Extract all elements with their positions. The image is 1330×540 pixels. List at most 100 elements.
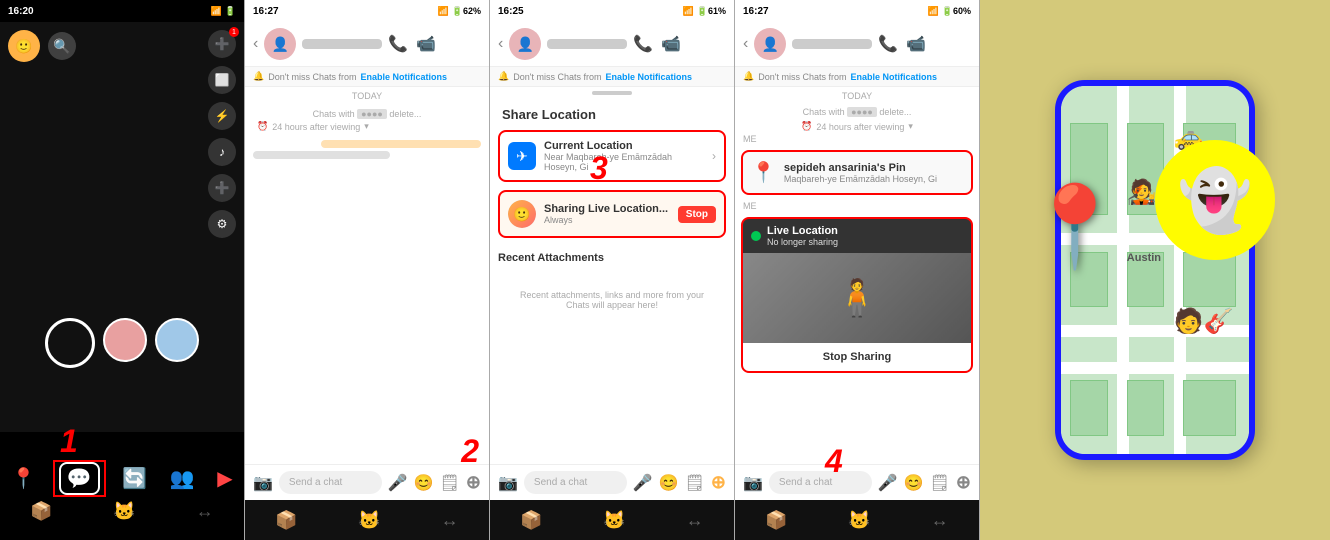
chat-input-3[interactable]: Send a chat [524,471,627,494]
map-icon: 📍 [11,466,36,491]
block-6 [1183,252,1236,307]
share-location-panel: Share Location ✈ Current Location Near M… [490,99,734,338]
chat-input-4[interactable]: Send a chat [769,471,872,494]
enable-notif-2[interactable]: Enable Notifications [360,72,447,82]
camera-icon-3[interactable]: 📷 [498,473,518,493]
recent-attachments-placeholder: Recent attachments, links and more from … [498,270,726,330]
sticker-icon-4[interactable]: 🗒 [930,473,950,493]
chats-with-4: Chats with ●●●● delete... [735,105,979,119]
nav-map[interactable]: 📍 [11,466,36,491]
chat-header-4: ‹ 👤 📞 📹 [735,22,979,67]
story-2[interactable] [155,318,199,362]
current-loc-sub: Near Maqbareh-ye Emāmzādah Hoseyn, Gi [544,152,704,172]
sub-icon-2: 🐱 [113,501,135,522]
plus-icon[interactable]: ➕ [208,174,236,202]
nav-friends[interactable]: 👥 [170,466,195,491]
enable-notif-4[interactable]: Enable Notifications [850,72,937,82]
pin-title: sepideh ansarinia's Pin [784,162,937,174]
screen-4: 16:27 📶 🔋60% ‹ 👤 📞 📹 🔔 Don't miss Chats … [735,0,980,540]
video-icon-4[interactable]: 📹 [906,34,926,54]
msg-2 [253,151,390,159]
msg-1 [321,140,481,148]
live-loc-header: Live Location No longer sharing [743,219,971,253]
nav-capture[interactable]: 🔄 [122,466,147,491]
current-location-option[interactable]: ✈ Current Location Near Maqbareh-ye Emām… [498,130,726,182]
back-button-3[interactable]: ‹ [498,35,503,53]
nav-chat[interactable]: 💬 [59,462,100,495]
back-button-4[interactable]: ‹ [743,35,748,53]
camera-icon-4[interactable]: 📷 [743,473,763,493]
clock-icon-4: ⏰ [801,121,812,132]
emoji-icon-2[interactable]: 😊 [414,473,434,493]
live-loc-body: 🧍 [743,253,971,343]
mic-icon-2[interactable]: 🎤 [388,473,408,493]
video-icon-3[interactable]: 📹 [661,34,681,54]
friends-icon: 👥 [170,466,195,491]
screen-2: 16:27 📶 🔋62% ‹ 👤 📞 📹 🔔 Don't miss Chats … [245,0,490,540]
enable-notif-3[interactable]: Enable Notifications [605,72,692,82]
current-loc-title: Current Location [544,140,704,152]
me-label-1: ME [735,134,979,144]
video-icon-2[interactable]: 📹 [416,34,436,54]
signal-icon: 📶 [211,6,222,17]
scan-icon[interactable]: ⬜ [208,66,236,94]
mic-icon-3[interactable]: 🎤 [633,473,653,493]
snap-top-bar: 🙂 🔍 ➕ 1 ⬜ ⚡ ♪ ➕ ⚙ [0,22,244,246]
user-avatar[interactable]: 🙂 [8,30,40,62]
capture-button[interactable] [45,318,95,368]
notif-text-2: Don't miss Chats from [268,72,356,82]
flash-icon[interactable]: ⚡ [208,102,236,130]
chat-bottom-2: 📷 Send a chat 🎤 😊 🗒 ⊕ [245,464,489,500]
location-icon: ✈ [508,142,536,170]
bitmoji-map-3: 🧑‍🎸 [1174,307,1234,336]
music-icon[interactable]: ♪ [208,138,236,166]
chat-history-2: Chats with ●●●● delete... ⏰ 24 hours aft… [245,105,489,169]
contact-name-2 [302,39,382,49]
live-loc-sub: Always [544,215,670,225]
live-location-option[interactable]: 🙂 Sharing Live Location... Always Stop [498,190,726,238]
status-icons-3: 📶 🔋61% [683,6,726,17]
emoji-icon-4[interactable]: 😊 [904,473,924,493]
mic-icon-4[interactable]: 🎤 [878,473,898,493]
sticker-icon-2[interactable]: 🗒 [440,473,460,493]
live-loc-card-title: Live Location [767,225,838,237]
emoji-icon-3[interactable]: 😊 [659,473,679,493]
settings-icon[interactable]: ⚙ [208,210,236,238]
loc-text-current: Current Location Near Maqbareh-ye Emāmzā… [544,140,704,172]
phone-icon-4[interactable]: 📞 [878,34,898,54]
add-friends-icon[interactable]: ➕ 1 [208,30,236,58]
nav-stories[interactable]: ▶ [217,466,232,491]
battery-icon: 🔋 [225,6,236,17]
time-label-4[interactable]: 24 hours after viewing [816,122,904,132]
tutorial-content: Austin 🧑‍🎤 👩‍🦰 🧑‍🎸 🚕 👻 📍 [1055,80,1255,460]
footer-icon-4a: 📦 [765,510,787,531]
header-icons-3: 📞 📹 [633,34,681,54]
bottom-nav-1: 📍 💬 🔄 👥 ▶ 📦 🐱 ↔ [0,452,244,540]
story-1[interactable] [103,318,147,362]
sticker-icon-3[interactable]: 🗒 [685,473,705,493]
stop-sharing-button[interactable]: Stop Sharing [743,343,971,371]
search-button[interactable]: 🔍 [48,32,76,60]
footer-bar-2: 📦 🐱 ↔ [245,500,489,540]
contact-avatar-3: 👤 [509,28,541,60]
chat-input-2[interactable]: Send a chat [279,471,382,494]
live-loc-card-sub: No longer sharing [767,237,838,247]
notif-bar-4: 🔔 Don't miss Chats from Enable Notificat… [735,67,979,87]
screen-3: 16:25 📶 🔋61% ‹ 👤 📞 📹 🔔 Don't miss Chats … [490,0,735,540]
bitmoji-figure: 🧍 [835,277,880,319]
phone-icon-3[interactable]: 📞 [633,34,653,54]
camera-icon-2[interactable]: 📷 [253,473,273,493]
stop-button[interactable]: Stop [678,206,716,223]
time-row-2: ⏰ 24 hours after viewing ▾ [253,119,481,134]
plus-active-icon[interactable]: ⊕ [711,472,726,493]
time-label-2[interactable]: 24 hours after viewing [272,122,360,132]
drag-handle-3 [490,87,734,99]
signal-icon-2: 📶 [438,6,449,17]
phone-icon-2[interactable]: 📞 [388,34,408,54]
back-button-2[interactable]: ‹ [253,35,258,53]
pin-icon: 📍 [751,160,776,185]
plus-icon-2[interactable]: ⊕ [466,472,481,493]
pin-sub: Maqbareh-ye Emāmzādah Hoseyn, Gi [784,174,937,184]
live-loc-icon: 🙂 [508,200,536,228]
plus-icon-4[interactable]: ⊕ [956,472,971,493]
